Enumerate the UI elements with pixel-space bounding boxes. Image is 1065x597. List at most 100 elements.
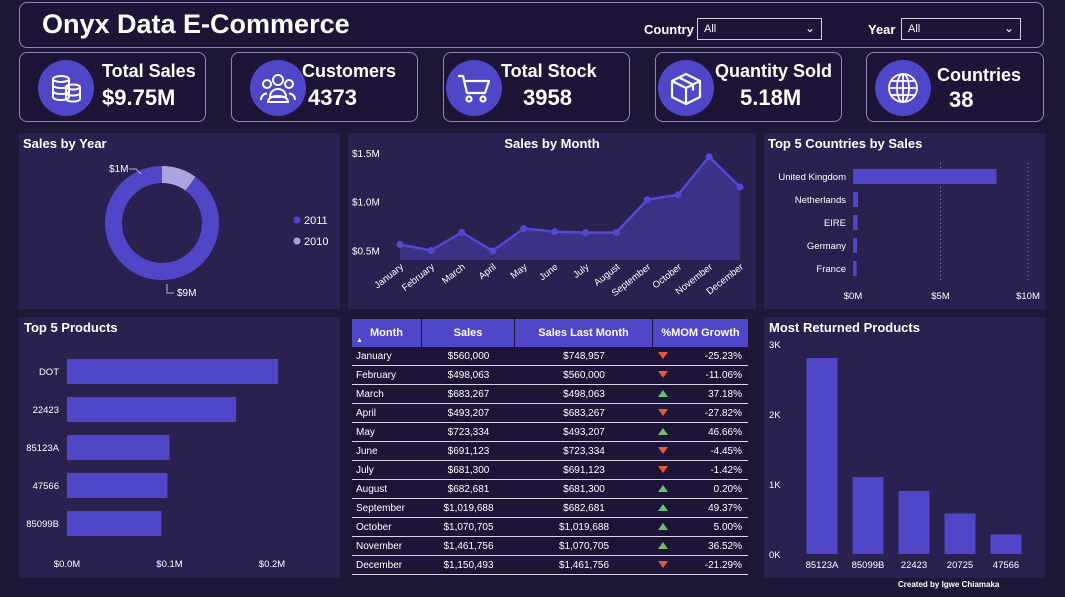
table-row[interactable]: July $681,300 $691,123 -1.42% — [352, 461, 748, 480]
products-bar-chart: DOT 22423 85123A 47566 85099B $0.0M $0.1M $0.2M — [26, 359, 285, 570]
year-select[interactable]: All ⌄ — [901, 18, 1021, 40]
cell-sales: $560,000 — [422, 347, 515, 365]
legend-label: 2010 — [304, 236, 328, 248]
x-tick-label: 20725 — [947, 560, 973, 571]
x-tick-label: 22423 — [901, 560, 927, 571]
cell-text: November — [356, 540, 403, 552]
cell-text: $1,019,688 — [558, 521, 610, 533]
cell-text: $681,300 — [563, 483, 605, 495]
cell-text: -21.29% — [704, 559, 742, 571]
table-row[interactable]: November $1,461,756 $1,070,705 36.52% — [352, 537, 748, 556]
legend-marker — [293, 216, 301, 224]
cell-mom-growth: 49.37% — [653, 499, 748, 517]
cell-sales-last-month: $493,207 — [515, 423, 653, 441]
y-tick-label: $1.0M — [352, 198, 380, 209]
y-tick-label: 85123A — [26, 443, 59, 454]
bar — [944, 513, 976, 554]
column-header-label: %MOM Growth — [661, 327, 740, 339]
column-header-label: Month — [370, 327, 403, 339]
table-row[interactable]: June $691,123 $723,334 -4.45% — [352, 442, 748, 461]
cell-text: $498,063 — [563, 388, 605, 400]
table-row[interactable]: December $1,150,493 $1,461,756 -21.29% — [352, 556, 748, 575]
bar — [67, 473, 168, 498]
cell-mom-growth: -4.45% — [653, 442, 748, 460]
arrow-down-icon — [658, 352, 668, 359]
bar — [852, 477, 884, 554]
cell-text: 0.20% — [713, 483, 742, 495]
bar — [67, 397, 237, 422]
globe-icon — [875, 60, 931, 116]
chevron-down-icon: ⌄ — [804, 21, 815, 35]
country-select[interactable]: All ⌄ — [697, 18, 822, 40]
y-tick-label: United Kingdom — [778, 172, 846, 183]
cell-text: $682,681 — [563, 502, 605, 514]
arrow-up-icon — [658, 523, 668, 530]
cell-mom-growth: 5.00% — [653, 518, 748, 536]
chevron-down-icon: ⌄ — [1003, 21, 1014, 35]
cell-month: October — [352, 518, 422, 536]
data-point — [705, 153, 713, 161]
table-row[interactable]: February $498,063 $560,000 -11.06% — [352, 366, 748, 385]
cell-text: $691,123 — [563, 464, 605, 476]
table-row[interactable]: August $682,681 $681,300 0.20% — [352, 480, 748, 499]
donut-chart: $1M $9M 2011 2010 — [104, 164, 328, 299]
area-fill — [400, 156, 740, 260]
column-header-sales-last-month[interactable]: Sales Last Month — [515, 319, 653, 347]
x-tick-label: March — [440, 262, 468, 287]
credit-text: Created by Igwe Chiamaka — [898, 580, 1000, 589]
cell-mom-growth: -27.82% — [653, 404, 748, 422]
coins-icon — [38, 60, 94, 116]
table-row[interactable]: October $1,070,705 $1,019,688 5.00% — [352, 518, 748, 537]
cell-text: April — [356, 407, 377, 419]
y-tick-label: $0.5M — [352, 246, 380, 257]
column-header-label: Sales — [453, 327, 483, 339]
bar — [806, 358, 838, 554]
column-header-sales[interactable]: Sales — [422, 319, 515, 347]
table-row[interactable]: April $493,207 $683,267 -27.82% — [352, 404, 748, 423]
bar — [67, 435, 170, 460]
y-tick-label: 3K — [769, 340, 781, 351]
arrow-up-icon — [658, 504, 668, 511]
sales-by-year-panel: Sales by Year $1M $9M 2011 2010 — [19, 133, 340, 309]
bar — [853, 215, 858, 230]
cell-text: 46.66% — [708, 426, 742, 438]
cell-text: 5.00% — [713, 521, 742, 533]
cell-sales-last-month: $683,267 — [515, 404, 653, 422]
cell-sales-last-month: $498,063 — [515, 385, 653, 403]
y-tick-label: 85099B — [26, 519, 59, 530]
cell-text: July — [356, 464, 374, 476]
arrow-down-icon — [658, 466, 668, 473]
cell-mom-growth: 0.20% — [653, 480, 748, 498]
x-tick-label: $10M — [1016, 291, 1040, 302]
table-row[interactable]: September $1,019,688 $682,681 49.37% — [352, 499, 748, 518]
sales-by-month-panel: Sales by Month $0.5M $1.0M $1.5M January Feb… — [348, 133, 756, 309]
cell-text: March — [356, 388, 384, 400]
table-row[interactable]: May $723,334 $493,207 46.66% — [352, 423, 748, 442]
table-row[interactable]: January $560,000 $748,957 -25.23% — [352, 347, 748, 366]
cell-sales: $683,267 — [422, 385, 515, 403]
y-tick-label: Germany — [807, 241, 846, 252]
table-row[interactable]: March $683,267 $498,063 37.18% — [352, 385, 748, 404]
cell-text: 37.18% — [708, 388, 742, 400]
bar — [990, 534, 1022, 554]
cell-text: $560,000 — [563, 369, 605, 381]
y-tick-label: $1.5M — [352, 149, 380, 160]
x-tick-label: April — [477, 262, 499, 282]
top-products-panel: Top 5 Products DOT 22423 85123A 47566 85099B… — [19, 317, 340, 578]
x-tick-label: 47566 — [993, 560, 1019, 571]
cell-sales: $498,063 — [422, 366, 515, 384]
cell-sales-last-month: $1,070,705 — [515, 537, 653, 555]
cell-month: September — [352, 499, 422, 517]
monthly-sales-table: ▲ Month Sales Sales Last Month %MOM Grow… — [352, 319, 748, 577]
column-header-month[interactable]: ▲ Month — [352, 319, 422, 347]
cell-sales: $1,070,705 — [422, 518, 515, 536]
y-tick-label: 0K — [769, 550, 781, 561]
x-tick-label: $0M — [844, 291, 863, 302]
cell-text: September — [356, 502, 405, 514]
cell-sales-last-month: $560,000 — [515, 366, 653, 384]
arrow-down-icon — [658, 409, 668, 416]
legend-marker — [293, 237, 301, 245]
column-header-mom-growth[interactable]: %MOM Growth — [653, 319, 748, 347]
y-tick-label: 47566 — [33, 481, 59, 492]
cell-sales: $682,681 — [422, 480, 515, 498]
